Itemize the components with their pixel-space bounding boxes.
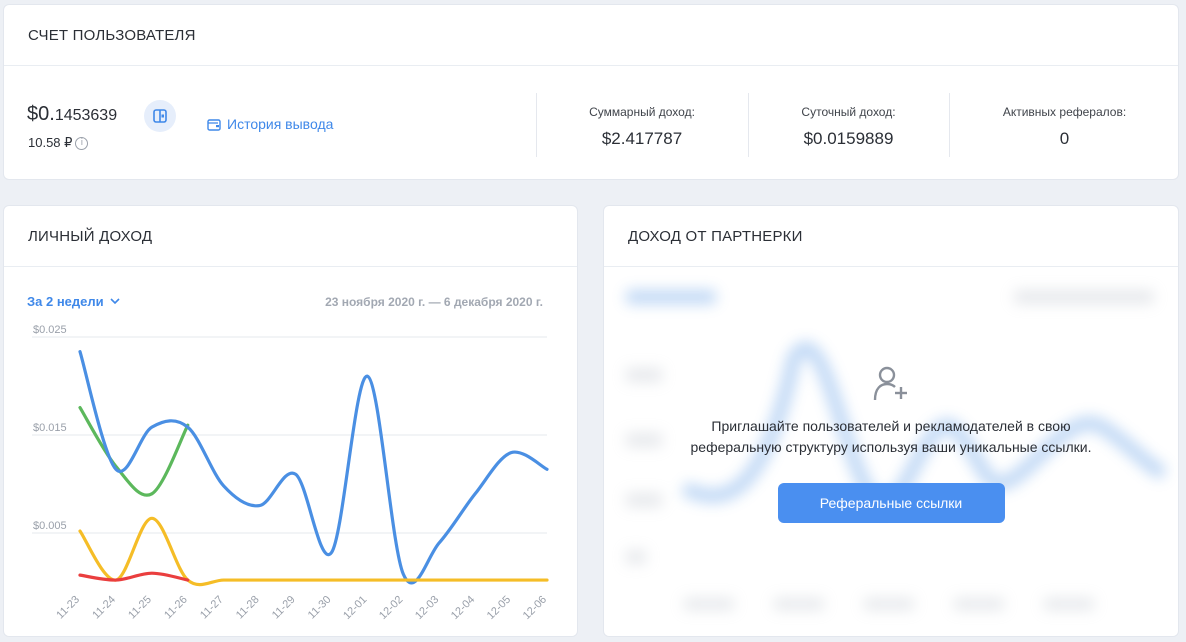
- x-tick-label: 12-05: [485, 594, 513, 622]
- stat-label: Активных рефералов:: [1002, 105, 1127, 119]
- period-dropdown[interactable]: За 2 недели: [27, 294, 120, 309]
- account-body: $0.1453639 10.58 ₽ i История вывода Сумм…: [4, 67, 1178, 179]
- x-tick-label: 12-01: [341, 594, 369, 622]
- x-tick-label: 11-25: [126, 594, 154, 622]
- withdraw-wallet-button[interactable]: [144, 100, 176, 132]
- balance-decimals: 1453639: [54, 107, 118, 124]
- referral-invite-overlay: Приглашайте пользователей и рекламодател…: [604, 268, 1178, 636]
- withdraw-history-link[interactable]: История вывода: [207, 116, 333, 132]
- x-tick-label: 12-03: [413, 594, 441, 622]
- x-tick-label: 12-04: [449, 594, 477, 622]
- stat-value: 0: [1059, 129, 1070, 148]
- series-line-3: [78, 571, 190, 582]
- stat-value: $2.417787: [601, 129, 683, 148]
- partner-income-card: ДОХОД ОТ ПАРТНЕРКИ Приглашайте пользоват…: [603, 205, 1179, 637]
- chevron-down-icon: [110, 298, 120, 305]
- balance-rub: 10.58 ₽ i: [28, 135, 89, 151]
- x-tick-label: 11-23: [54, 594, 82, 622]
- stat-daily-income: Суточный доход: $0.0159889: [748, 93, 948, 157]
- x-tick-label: 12-06: [521, 594, 549, 622]
- date-range: 23 ноября 2020 г. — 6 декабря 2020 г.: [325, 295, 543, 309]
- period-label: За 2 недели: [27, 294, 104, 309]
- x-tick-label: 11-29: [270, 594, 298, 622]
- x-tick-label: 11-26: [162, 594, 190, 622]
- balance: $0.1453639: [27, 103, 117, 126]
- info-icon[interactable]: i: [75, 136, 89, 150]
- y-tick-label: $0.005: [33, 520, 67, 532]
- series-line-1: [78, 350, 549, 585]
- x-tick-label: 11-30: [306, 594, 334, 622]
- x-tick-label: 11-27: [198, 594, 226, 622]
- x-tick-label: 11-24: [90, 594, 118, 622]
- x-tick-label: 11-28: [234, 594, 262, 622]
- withdraw-history-label: История вывода: [227, 116, 334, 132]
- y-tick-label: $0.025: [33, 324, 67, 336]
- personal-income-card: ЛИЧНЫЙ ДОХОД $0.025 $0.015 $0.005 11-23 11-2…: [3, 205, 578, 637]
- account-card: СЧЕТ ПОЛЬЗОВАТЕЛЯ $0.1453639 10.58 ₽ i И…: [3, 4, 1179, 180]
- add-user-icon: [873, 366, 907, 401]
- stat-label: Суммарный доход:: [589, 105, 695, 119]
- wallet-small-icon: [207, 118, 221, 131]
- referral-links-button[interactable]: Реферальные ссылки: [777, 483, 1005, 523]
- stat-value: $0.0159889: [803, 129, 894, 148]
- stat-label: Суточный доход:: [801, 105, 896, 119]
- personal-income-chart: $0.025 $0.015 $0.005 11-23 11-24 11-25 11-26 11…: [32, 324, 549, 622]
- stat-active-referrals: Активных рефералов: 0: [949, 93, 1178, 157]
- invite-text: Приглашайте пользователей и рекламодател…: [690, 418, 1092, 455]
- account-title: СЧЕТ ПОЛЬЗОВАТЕЛЯ: [4, 5, 1178, 66]
- wallet-icon: [153, 109, 167, 123]
- y-tick-label: $0.015: [33, 422, 67, 434]
- partner-income-title: ДОХОД ОТ ПАРТНЕРКИ: [604, 206, 1178, 267]
- stat-total-income: Суммарный доход: $2.417787: [536, 93, 747, 157]
- x-tick-label: 12-02: [377, 594, 405, 622]
- balance-rub-value: 10.58 ₽: [28, 135, 73, 150]
- balance-main: $0.: [27, 103, 55, 125]
